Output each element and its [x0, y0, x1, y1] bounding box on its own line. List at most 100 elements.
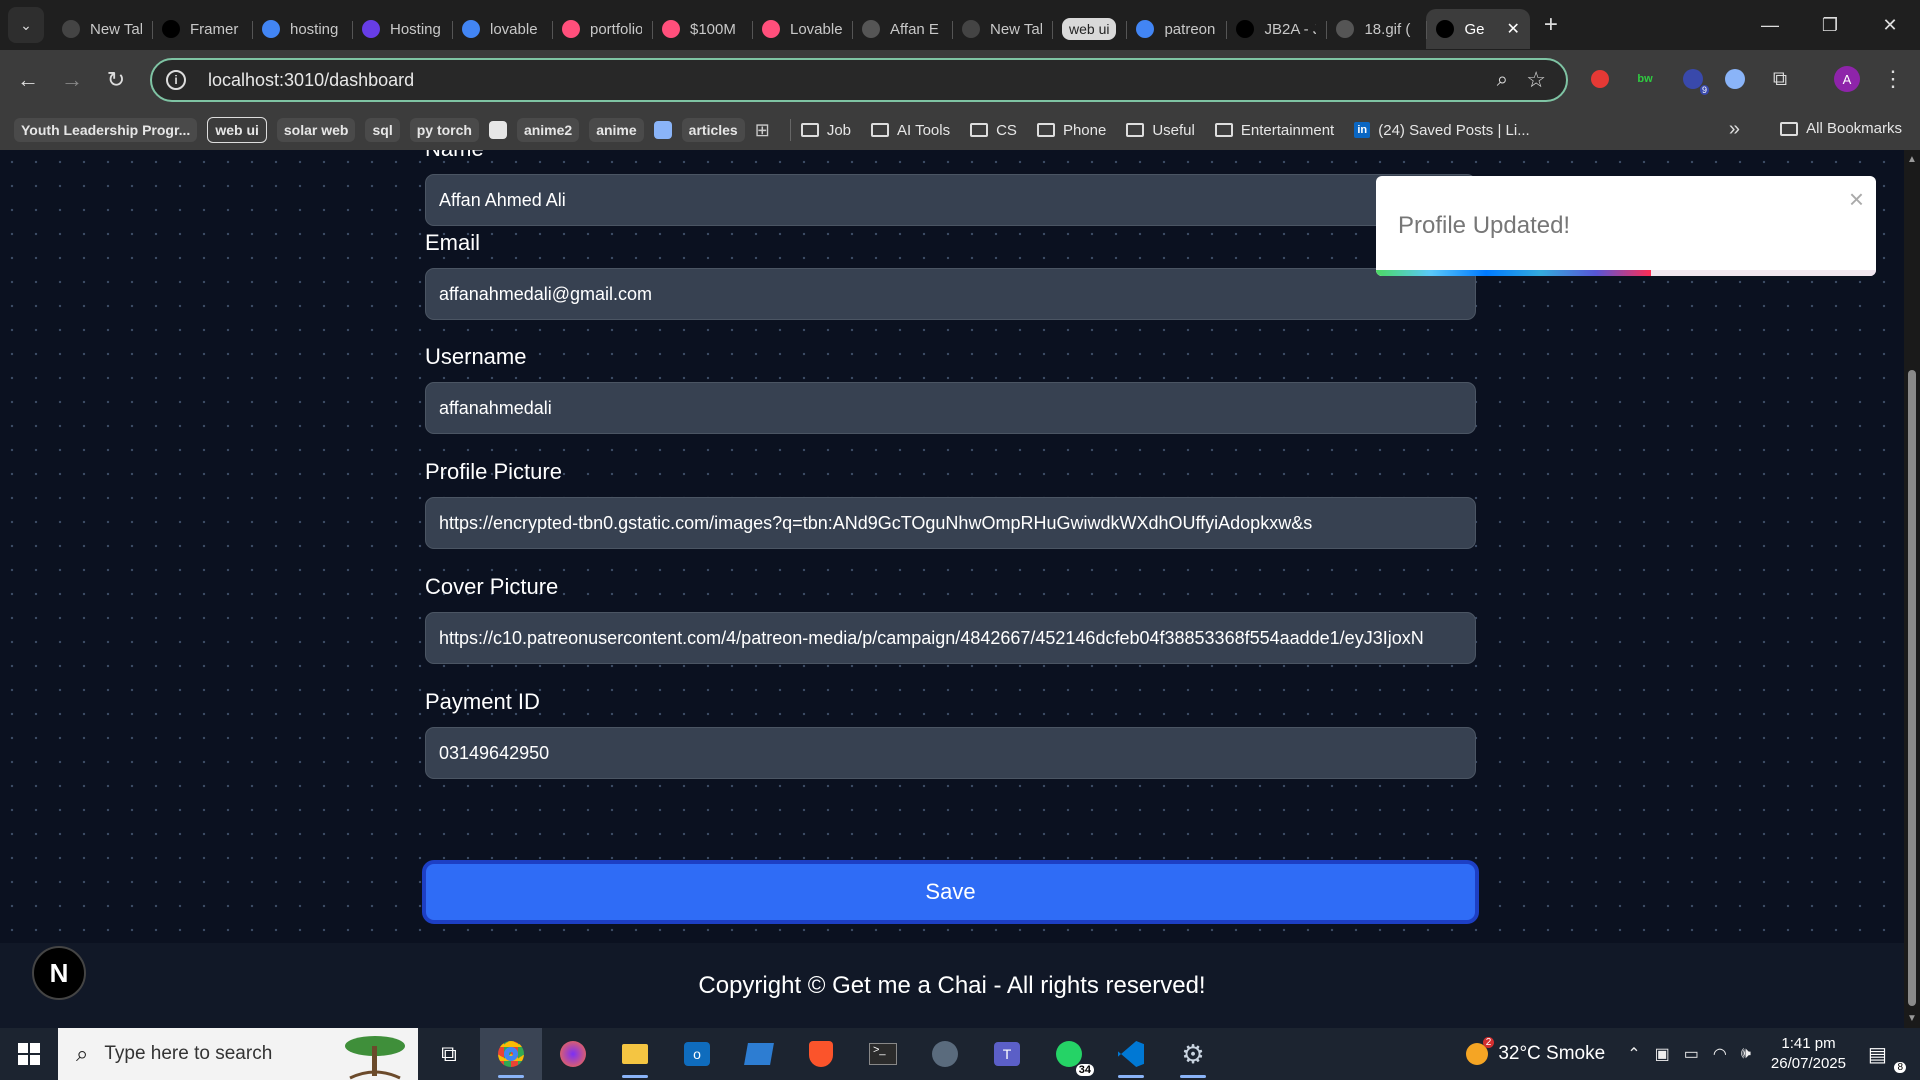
- wifi-icon[interactable]: ◠: [1713, 1044, 1727, 1064]
- weather-widget[interactable]: 2 32°C Smoke: [1466, 1037, 1605, 1065]
- email-label: Email: [425, 230, 481, 255]
- close-window-button[interactable]: ✕: [1860, 0, 1920, 50]
- cover-picture-label: Cover Picture: [425, 574, 559, 599]
- save-button[interactable]: Save: [422, 860, 1479, 924]
- notification-center-icon[interactable]: ▤ 8: [1868, 1042, 1908, 1073]
- email-input[interactable]: affanahmedali@gmail.com: [425, 268, 1476, 320]
- scroll-down-arrow-icon[interactable]: ▼: [1907, 1013, 1917, 1024]
- username-input[interactable]: affanahmedali: [425, 382, 1476, 434]
- browser-tab[interactable]: 18.gif (: [1326, 9, 1426, 49]
- browser-tab[interactable]: New Tab: [52, 9, 152, 49]
- taskbar-clock[interactable]: 1:41 pm 26/07/2025: [1771, 1034, 1846, 1074]
- name-input[interactable]: Affan Ahmed Ali: [425, 174, 1476, 226]
- browser-tab[interactable]: Lovable: [752, 9, 852, 49]
- weather-icon: 2: [1466, 1037, 1495, 1065]
- bookmark-folder[interactable]: CS: [970, 122, 1017, 139]
- taskbar-outlook-icon[interactable]: o: [666, 1028, 728, 1080]
- extension-red-icon[interactable]: [1585, 64, 1615, 94]
- tab-strip: New Tab Framer hosting Hosting lovable portfo…: [52, 0, 1530, 50]
- taskbar-search-box[interactable]: ⌕ Type here to search: [58, 1028, 418, 1080]
- browser-tab[interactable]: patreon: [1126, 9, 1226, 49]
- browser-tab[interactable]: web ui: [1052, 9, 1126, 49]
- battery-icon[interactable]: ▭: [1684, 1044, 1699, 1064]
- taskbar-whatsapp-icon[interactable]: 34: [1038, 1028, 1100, 1080]
- forward-button[interactable]: →: [50, 58, 94, 102]
- volume-icon[interactable]: 🕪: [1741, 1045, 1751, 1063]
- taskbar-vscode-icon[interactable]: [1100, 1028, 1162, 1080]
- bookmark-item[interactable]: web ui: [207, 117, 267, 143]
- tray-camera-icon[interactable]: ▣: [1655, 1044, 1670, 1064]
- task-view-icon[interactable]: ⧉: [418, 1028, 480, 1080]
- copyright-text: Copyright © Get me a Chai - All rights r…: [698, 971, 1206, 999]
- taskbar-file-explorer-icon[interactable]: [604, 1028, 666, 1080]
- scrollbar-thumb[interactable]: [1908, 370, 1916, 1006]
- browser-tab[interactable]: hosting: [252, 9, 352, 49]
- reload-button[interactable]: ↻: [94, 58, 138, 102]
- browser-tab[interactable]: $100M: [652, 9, 752, 49]
- more-bookmarks-chevron-icon[interactable]: »: [1729, 118, 1740, 141]
- taskbar-brave-icon[interactable]: [790, 1028, 852, 1080]
- taskbar-app-gear-icon[interactable]: [914, 1028, 976, 1080]
- extension-cluster-icon[interactable]: 9: [1678, 64, 1709, 95]
- payment-id-input[interactable]: 03149642950: [425, 727, 1476, 779]
- browser-tab[interactable]: lovable: [452, 9, 552, 49]
- bookmark-folder[interactable]: Job: [800, 122, 851, 139]
- notification-count-badge: 8: [1894, 1061, 1906, 1073]
- profile-picture-input[interactable]: https://encrypted-tbn0.gstatic.com/image…: [425, 497, 1476, 549]
- minimize-button[interactable]: —: [1740, 0, 1800, 50]
- bookmark-item[interactable]: Youth Leadership Progr...: [14, 118, 198, 142]
- bookmark-favicon[interactable]: [653, 121, 672, 139]
- toast-close-icon[interactable]: ×: [1849, 184, 1864, 215]
- bookmark-item[interactable]: solar web: [276, 118, 356, 142]
- nextjs-dev-badge[interactable]: N: [32, 946, 86, 1000]
- bookmark-star-icon[interactable]: ☆: [1526, 67, 1546, 93]
- bookmark-linkedin[interactable]: in (24) Saved Posts | Li...: [1354, 122, 1530, 139]
- extension-search-icon[interactable]: [1720, 64, 1750, 94]
- tab-search-button[interactable]: ⌄: [8, 7, 44, 43]
- all-bookmarks-button[interactable]: All Bookmarks: [1780, 120, 1902, 137]
- bookmark-folder[interactable]: AI Tools: [871, 122, 950, 139]
- bookmark-item[interactable]: sql: [365, 118, 400, 142]
- taskbar-chrome-icon[interactable]: [480, 1028, 542, 1080]
- restore-button[interactable]: ❐: [1800, 0, 1860, 50]
- browser-tab[interactable]: Affan E: [852, 9, 952, 49]
- taskbar-teams-icon[interactable]: T: [976, 1028, 1038, 1080]
- browser-tab[interactable]: New Tab: [952, 9, 1052, 49]
- bookmark-folder[interactable]: Useful: [1126, 122, 1195, 139]
- taskbar-app-icon[interactable]: [728, 1028, 790, 1080]
- profile-avatar[interactable]: A: [1832, 64, 1862, 94]
- start-button[interactable]: [0, 1028, 58, 1080]
- browser-tab[interactable]: portfolio: [552, 9, 652, 49]
- tab-close-icon[interactable]: ✕: [1506, 19, 1519, 39]
- taskbar-firefox-icon[interactable]: [542, 1028, 604, 1080]
- browser-tab[interactable]: JB2A - J: [1226, 9, 1326, 49]
- bookmark-folder[interactable]: Entertainment: [1214, 122, 1334, 139]
- bookmark-item[interactable]: articles: [681, 118, 745, 142]
- apps-grid-icon[interactable]: ⊞: [755, 120, 770, 141]
- browser-menu-icon[interactable]: ⋮: [1878, 64, 1908, 94]
- whatsapp-unread-badge: 34: [1075, 1064, 1094, 1076]
- address-bar[interactable]: i localhost:3010/dashboard ⌕ ☆: [150, 58, 1568, 102]
- zoom-icon[interactable]: ⌕: [1497, 69, 1508, 92]
- site-info-icon[interactable]: i: [166, 70, 186, 90]
- tray-overflow-chevron-icon[interactable]: ⌃: [1627, 1044, 1640, 1064]
- new-tab-button[interactable]: +: [1544, 11, 1558, 39]
- scroll-up-arrow-icon[interactable]: ▲: [1907, 154, 1917, 165]
- taskbar-terminal-icon[interactable]: >_: [852, 1028, 914, 1080]
- back-button[interactable]: ←: [6, 58, 50, 102]
- bookmark-item[interactable]: py torch: [409, 118, 479, 142]
- extension-green-icon[interactable]: bw: [1630, 64, 1660, 94]
- browser-tab[interactable]: Framer: [152, 9, 252, 49]
- bookmark-favicon[interactable]: [488, 121, 507, 139]
- page-scrollbar[interactable]: ▲ ▼: [1904, 150, 1920, 1028]
- taskbar-settings-icon[interactable]: ⚙: [1162, 1028, 1224, 1080]
- folder-icon: [800, 123, 819, 137]
- url-text[interactable]: localhost:3010/dashboard: [208, 70, 414, 91]
- browser-tab[interactable]: Ge ✕: [1426, 9, 1530, 49]
- extensions-puzzle-icon[interactable]: ⧉: [1765, 64, 1795, 94]
- bookmark-folder[interactable]: Phone: [1036, 122, 1106, 139]
- bookmark-item[interactable]: anime: [589, 118, 644, 142]
- browser-tab[interactable]: Hosting: [352, 9, 452, 49]
- cover-picture-input[interactable]: https://c10.patreonusercontent.com/4/pat…: [425, 612, 1476, 664]
- bookmark-item[interactable]: anime2: [516, 118, 580, 142]
